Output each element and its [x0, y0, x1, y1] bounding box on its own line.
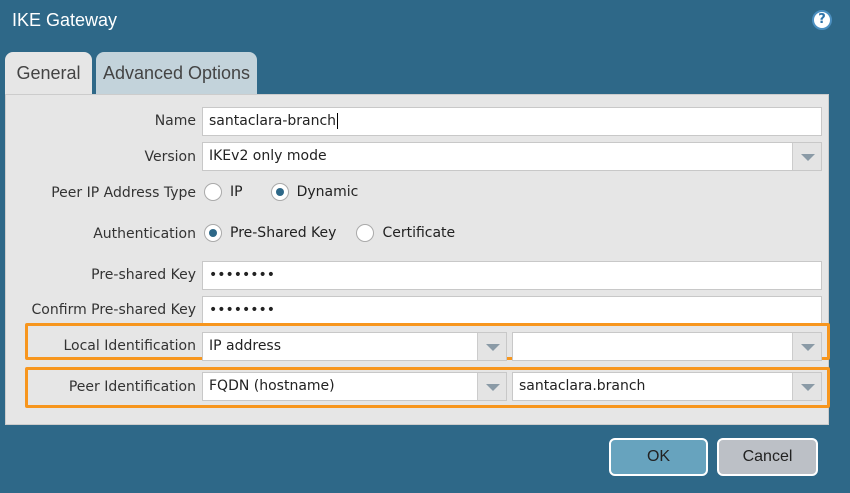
- peer-id-type-select[interactable]: FQDN (hostname): [202, 372, 507, 401]
- peer-ip-type-label: Peer IP Address Type: [51, 185, 196, 201]
- version-label: Version: [144, 149, 196, 165]
- psk-label: Pre-shared Key: [91, 267, 196, 283]
- peer-id-value: santaclara.branch: [519, 378, 646, 394]
- local-id-type-select[interactable]: IP address: [202, 332, 507, 361]
- chevron-down-icon[interactable]: [477, 373, 506, 400]
- radio-certificate-label: Certificate: [382, 225, 456, 241]
- local-id-value-select[interactable]: [512, 332, 822, 361]
- radio-ip-label: IP: [230, 184, 243, 200]
- help-icon[interactable]: ?: [812, 10, 832, 30]
- chevron-down-icon[interactable]: [792, 373, 821, 400]
- local-id-label: Local Identification: [63, 338, 196, 354]
- cancel-button[interactable]: Cancel: [717, 438, 818, 476]
- radio-psk-label: Pre-Shared Key: [230, 225, 337, 241]
- confirm-psk-input[interactable]: ••••••••: [202, 296, 822, 325]
- chevron-down-icon[interactable]: [477, 333, 506, 360]
- ok-button[interactable]: OK: [609, 438, 708, 476]
- tab-general[interactable]: General: [5, 52, 92, 96]
- radio-dynamic[interactable]: [270, 183, 289, 201]
- peer-id-type-value: FQDN (hostname): [209, 378, 335, 394]
- radio-pre-shared-key[interactable]: [204, 224, 222, 242]
- local-id-type-value: IP address: [209, 338, 282, 354]
- chevron-down-icon[interactable]: [792, 333, 821, 360]
- name-input[interactable]: santaclara-branch: [202, 107, 822, 136]
- radio-certificate[interactable]: [356, 224, 375, 242]
- radio-ip[interactable]: [204, 183, 222, 201]
- peer-id-value-select[interactable]: santaclara.branch: [512, 372, 822, 401]
- version-value: IKEv2 only mode: [209, 148, 327, 164]
- peer-id-label: Peer Identification: [68, 379, 196, 395]
- confirm-psk-label: Confirm Pre-shared Key: [31, 302, 196, 318]
- version-select[interactable]: IKEv2 only mode: [202, 142, 822, 171]
- authentication-label: Authentication: [93, 226, 196, 242]
- psk-input[interactable]: ••••••••: [202, 261, 822, 290]
- dialog-title: IKE Gateway: [12, 10, 118, 30]
- tab-advanced-options[interactable]: Advanced Options: [96, 52, 257, 94]
- name-value: santaclara-branch: [209, 113, 337, 129]
- chevron-down-icon[interactable]: [792, 143, 821, 170]
- radio-dynamic-label: Dynamic: [296, 184, 359, 200]
- name-label: Name: [154, 113, 196, 129]
